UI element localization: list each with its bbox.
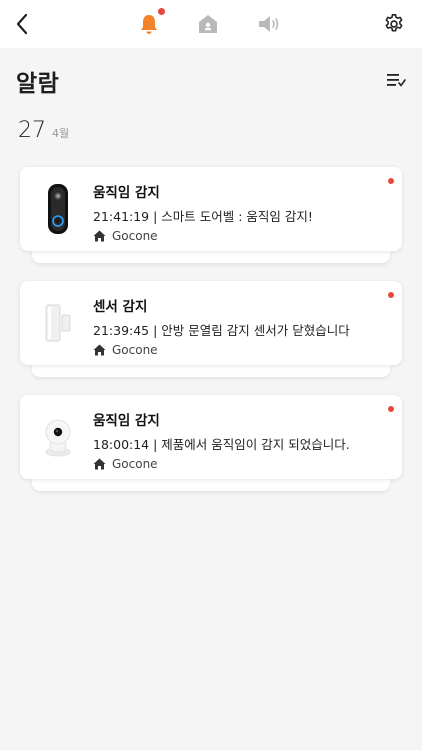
date-header: 27 4월 [18, 118, 69, 143]
unread-dot [388, 406, 394, 412]
gear-icon[interactable] [380, 10, 408, 38]
date-day: 27 [18, 118, 46, 143]
alarm-location: Gocone [93, 343, 158, 357]
alarm-card-body[interactable]: 센서 감지 21:39:45 | 안방 문열림 감지 센서가 닫혔습니다 Goc… [20, 281, 402, 365]
alarm-message: 21:39:45 | 안방 문열림 감지 센서가 닫혔습니다 [93, 323, 350, 338]
unread-dot [388, 178, 394, 184]
alarm-card-body[interactable]: 움직임 감지 21:41:19 | 스마트 도어벨 : 움직임 감지! Goco… [20, 167, 402, 251]
location-label: Gocone [112, 457, 158, 471]
location-label: Gocone [112, 229, 158, 243]
camera-thumbnail [38, 407, 78, 467]
home-icon [93, 344, 106, 356]
alarm-card[interactable]: 움직임 감지 21:41:19 | 스마트 도어벨 : 움직임 감지! Goco… [20, 167, 402, 263]
chevron-left-icon[interactable] [8, 10, 36, 38]
top-bar [0, 0, 422, 48]
page-title: 알람 [16, 71, 60, 97]
date-month: 4월 [52, 127, 70, 140]
alarm-message: 21:41:19 | 스마트 도어벨 : 움직임 감지! [93, 209, 313, 224]
alarm-location: Gocone [93, 457, 158, 471]
card-stack-shadow [32, 249, 390, 263]
notification-badge [158, 8, 165, 15]
home-icon[interactable] [194, 10, 222, 38]
home-icon [93, 230, 106, 242]
alarm-card-body[interactable]: 움직임 감지 18:00:14 | 제품에서 움직임이 감지 되었습니다. Go… [20, 395, 402, 479]
doorbell-thumbnail [38, 179, 78, 239]
door-sensor-thumbnail [38, 293, 78, 353]
home-icon [93, 458, 106, 470]
alarm-card[interactable]: 센서 감지 21:39:45 | 안방 문열림 감지 센서가 닫혔습니다 Goc… [20, 281, 402, 377]
card-stack-shadow [32, 477, 390, 491]
speaker-icon[interactable] [254, 10, 284, 38]
alarm-message: 18:00:14 | 제품에서 움직임이 감지 되었습니다. [93, 437, 350, 452]
unread-dot [388, 292, 394, 298]
location-label: Gocone [112, 343, 158, 357]
alarm-location: Gocone [93, 229, 158, 243]
alarm-card[interactable]: 움직임 감지 18:00:14 | 제품에서 움직임이 감지 되었습니다. Go… [20, 395, 402, 491]
list-check-icon[interactable] [384, 68, 408, 92]
alarm-title: 움직임 감지 [93, 185, 160, 201]
card-stack-shadow [32, 363, 390, 377]
alarm-title: 움직임 감지 [93, 413, 160, 429]
alarm-title: 센서 감지 [93, 299, 148, 315]
